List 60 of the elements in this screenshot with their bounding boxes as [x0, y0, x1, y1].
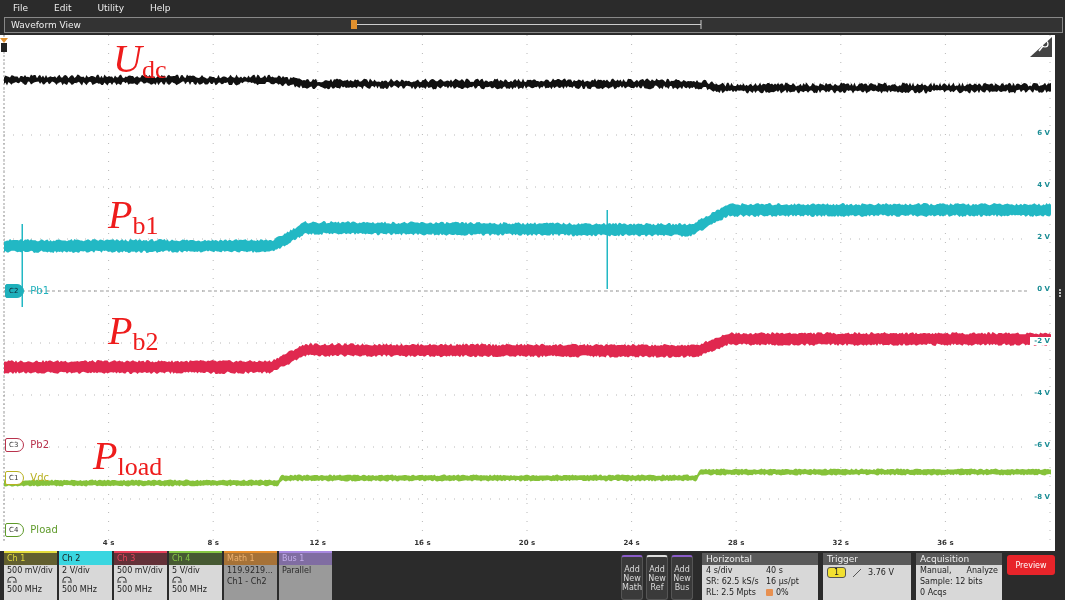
window-title: Waveform View	[10, 19, 81, 30]
channel-tile[interactable]: Ch 3 500 mV/div 500 MHz	[114, 551, 167, 600]
trace-label: P$_{b1}$	[108, 194, 159, 239]
tile-text: Parallel	[281, 565, 313, 576]
channel-label: Pb2	[30, 439, 50, 451]
acquisition-panel[interactable]: Acquisition Manual, Analyze Sample: 12 bits 0 Acqs	[916, 553, 1002, 600]
trace-label: P$_{load}$	[93, 435, 163, 480]
rising-edge-icon	[852, 567, 863, 578]
probe-icon	[117, 576, 127, 584]
tile-text: 500 MHz	[6, 584, 43, 595]
tile-header[interactable]: Ch 2	[59, 553, 112, 565]
status-icon	[766, 589, 773, 596]
tile-text: 5 V/div	[171, 565, 201, 576]
add-new-button[interactable]: Add New Bus	[671, 555, 693, 600]
panel-title: Acquisition	[916, 553, 1002, 565]
tile-text: 500 mV/div	[6, 565, 54, 576]
panel-text: Sample: 12 bits	[919, 576, 984, 587]
tile-header[interactable]: Ch 4	[169, 553, 222, 565]
tile-text: 119.9219...	[226, 565, 274, 576]
channel-tile[interactable]: Ch 4 5 V/div 500 MHz	[169, 551, 222, 600]
tile-header[interactable]: Ch 1	[4, 553, 57, 565]
panel-text: SR: 62.5 kS/s	[706, 576, 760, 587]
probe-icon	[172, 576, 182, 584]
drag-handle-icon[interactable]	[1059, 289, 1061, 298]
panel-text: 0%	[776, 587, 789, 598]
panel-text: Manual,	[920, 565, 952, 576]
panel-text: 4 s/div	[706, 565, 734, 576]
panel-title: Trigger	[823, 553, 911, 565]
add-new-button[interactable]: Add New Ref	[646, 555, 668, 600]
zoom-corner-icon[interactable]	[1030, 36, 1052, 57]
tile-text: Ch1 - Ch2	[226, 576, 268, 587]
channel-tile[interactable]: Ch 1 500 mV/div 500 MHz	[4, 551, 57, 600]
menu-item[interactable]: Help	[150, 3, 171, 13]
tile-text: 2 V/div	[61, 565, 91, 576]
menu-item[interactable]: File	[13, 3, 29, 13]
panel-text: RL: 2.5 Mpts	[706, 587, 757, 598]
tile-text: 500 MHz	[116, 584, 153, 595]
panel-text: 0 Acqs	[919, 587, 948, 598]
menu-item[interactable]: Utility	[97, 3, 124, 13]
panel-text: 40 s	[766, 565, 784, 576]
panel-text: 3.76 V	[868, 567, 894, 578]
panel-title: Horizontal	[702, 553, 818, 565]
tile-text: 500 mV/div	[116, 565, 164, 576]
trigger-panel[interactable]: Trigger 1 3.76 V	[823, 553, 911, 600]
channel-label: Pb1	[30, 285, 50, 297]
preview-button[interactable]: Preview	[1007, 555, 1055, 575]
tile-text: 500 MHz	[171, 584, 208, 595]
channel-label: Pload	[30, 524, 58, 536]
menu-item[interactable]: Edit	[54, 3, 72, 13]
add-new-button[interactable]: Add New Math	[621, 555, 643, 600]
horizontal-panel[interactable]: Horizontal 4 s/div 40 s SR: 62.5 kS/s 16 µs/pt RL: 2.5 Mpts 0%	[702, 553, 818, 600]
tile-text: 500 MHz	[61, 584, 98, 595]
probe-icon	[62, 576, 72, 584]
panel-text: 16 µs/pt	[766, 576, 800, 587]
panel-text: Analyze	[966, 565, 998, 576]
trigger-position-icon[interactable]	[0, 37, 8, 52]
channel-tile[interactable]: Ch 2 2 V/div 500 MHz	[59, 551, 112, 600]
probe-icon	[7, 576, 17, 584]
trigger-source-badge: 1	[827, 567, 847, 578]
trace-label: P$_{b2}$	[108, 310, 159, 355]
